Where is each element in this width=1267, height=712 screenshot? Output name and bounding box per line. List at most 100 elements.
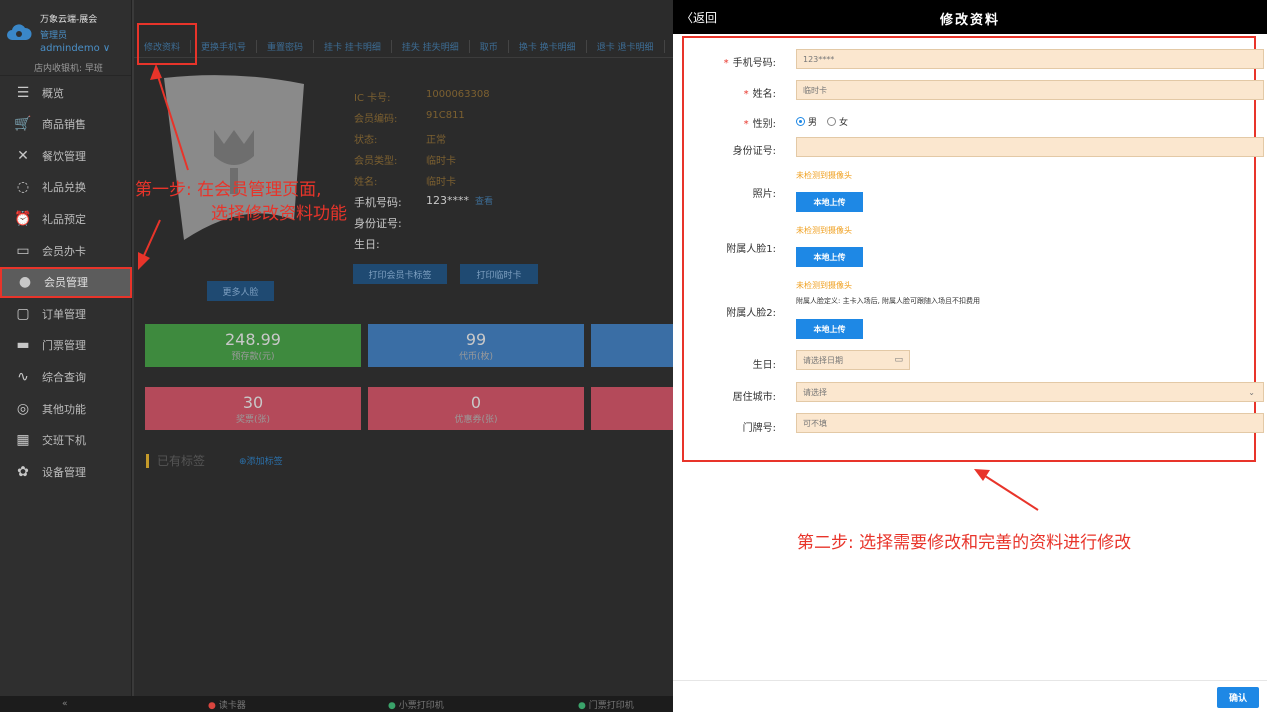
edit-profile-screen: 〈返回 修改资料 * 手机号码: 123**** * 姓名: 临时卡 * 性别: 男 … bbox=[673, 0, 1267, 712]
info-value: 1000063308 bbox=[426, 89, 490, 100]
stat-number: 0 bbox=[470, 392, 482, 412]
stat-card[interactable] bbox=[590, 386, 673, 431]
member-info-row: 会员编码: 91C811 bbox=[354, 110, 465, 125]
member-tabbar: 修改资料 更换手机号 重置密码 挂卡 挂卡明细 挂失 挂失明细 取币 换卡 换卡明细 退卡 退… bbox=[134, 36, 673, 58]
stat-label: 预存款(元) bbox=[231, 351, 275, 362]
face1-upload-button[interactable]: 本地上传 bbox=[796, 247, 863, 267]
sidebar-item-7[interactable]: ● 会员管理 bbox=[0, 266, 132, 298]
photo-upload-button[interactable]: 本地上传 bbox=[796, 192, 863, 212]
sidebar-item-3[interactable]: ✕ 餐饮管理 bbox=[0, 140, 132, 171]
phone-label: * 手机号码: bbox=[723, 58, 776, 69]
phone-footer: 确认 bbox=[673, 680, 1267, 712]
gender-label: * 性别: bbox=[743, 119, 776, 130]
gear-icon: ✿ bbox=[17, 463, 29, 480]
chevron-down-icon: ⌄ bbox=[1248, 387, 1255, 397]
stat-number: 30 bbox=[242, 392, 264, 412]
face1-label: 附属人脸1: bbox=[726, 244, 776, 255]
add-tag-link[interactable]: ⊕添加标签 bbox=[239, 454, 283, 467]
sidebar-item-2[interactable]: 🛒 商品销售 bbox=[0, 109, 132, 140]
info-key: 生日: bbox=[354, 238, 380, 251]
idcard-label: 身份证号: bbox=[732, 146, 776, 157]
view-phone-link[interactable]: 查看 bbox=[475, 194, 493, 210]
stat-card[interactable] bbox=[590, 323, 673, 368]
face2-label: 附属人脸2: bbox=[726, 308, 776, 319]
clipboard-icon: ▢ bbox=[16, 305, 30, 322]
user-menu[interactable]: admindemo ∨ bbox=[40, 43, 110, 54]
sidebar: 万象云端-展会 管理员 admindemo ∨ 店内收银机: 早班 ☰ 概览 🛒 商品… bbox=[0, 0, 132, 696]
sidebar-item-label: 会员管理 bbox=[44, 276, 88, 290]
birthday-picker[interactable]: 请选择日期 ▭ bbox=[796, 350, 910, 370]
info-value: 临时卡 bbox=[426, 177, 456, 188]
stat-card[interactable]: 0 优惠券(张) bbox=[367, 386, 585, 431]
city-select[interactable]: 请选择 ⌄ bbox=[796, 382, 1264, 402]
sidebar-item-label: 综合查询 bbox=[42, 370, 86, 384]
photo-camera-warning: 未检测到摄像头 bbox=[796, 171, 852, 180]
reader-status: 读卡器 bbox=[218, 700, 246, 711]
sidebar-item-10[interactable]: ∿ 综合查询 bbox=[0, 361, 132, 392]
member-info-row: 会员类型: 临时卡 bbox=[354, 152, 456, 167]
info-value: 临时卡 bbox=[426, 156, 456, 167]
gender-female-radio[interactable] bbox=[827, 117, 837, 126]
info-value: 123**** bbox=[426, 194, 469, 207]
print-member-label-button[interactable]: 打印会员卡标签 bbox=[353, 264, 447, 284]
stat-card[interactable]: 30 奖票(张) bbox=[144, 386, 362, 431]
sidebar-item-label: 会员办卡 bbox=[42, 244, 86, 258]
face1-camera-warning: 未检测到摄像头 bbox=[796, 226, 852, 235]
member-info-row: 状态: 正常 bbox=[354, 131, 446, 146]
info-value: 91C811 bbox=[426, 110, 465, 121]
member-tab-2[interactable]: 更换手机号 bbox=[191, 40, 258, 53]
edit-info-highlight bbox=[137, 23, 197, 65]
member-tab-6[interactable]: 取币 bbox=[470, 40, 509, 53]
stat-label: 代币(枚) bbox=[458, 351, 494, 362]
print-temp-card-button[interactable]: 打印临时卡 bbox=[460, 264, 538, 284]
arrow-annotations-icon bbox=[138, 64, 189, 270]
info-key: 状态: bbox=[354, 135, 378, 146]
phone-input[interactable]: 123**** bbox=[796, 49, 1264, 69]
info-key: 手机号码: bbox=[354, 196, 402, 209]
member-tab-4[interactable]: 挂卡 挂卡明细 bbox=[314, 40, 392, 53]
printer-icon: ▬ bbox=[16, 337, 30, 354]
sidebar-item-8[interactable]: ▢ 订单管理 bbox=[0, 298, 132, 329]
stat-card[interactable]: 248.99 预存款(元) bbox=[144, 323, 362, 368]
stat-label: 优惠券(张) bbox=[454, 414, 498, 425]
confirm-button[interactable]: 确认 bbox=[1217, 687, 1259, 708]
sidebar-item-label: 设备管理 bbox=[42, 465, 86, 479]
sidebar-item-13[interactable]: ✿ 设备管理 bbox=[0, 456, 132, 487]
sidebar-item-11[interactable]: ◎ 其他功能 bbox=[0, 393, 132, 424]
face2-upload-button[interactable]: 本地上传 bbox=[796, 319, 863, 339]
member-tab-7[interactable]: 换卡 换卡明细 bbox=[509, 40, 587, 53]
stat-number: 99 bbox=[465, 329, 487, 349]
door-label: 门牌号: bbox=[742, 423, 776, 434]
user-role: 管理员 bbox=[40, 31, 68, 41]
info-value: 正常 bbox=[426, 135, 446, 146]
sidebar-item-4[interactable]: ◌ 礼品兑换 bbox=[0, 172, 132, 203]
name-input[interactable]: 临时卡 bbox=[796, 80, 1264, 100]
face-hint: 附属人脸定义: 主卡入场后, 附属人脸可跟随入场且不扣费用 bbox=[796, 297, 981, 305]
idcard-input[interactable] bbox=[796, 137, 1264, 157]
member-main: 修改资料 更换手机号 重置密码 挂卡 挂卡明细 挂失 挂失明细 取币 换卡 换卡明细 退卡 退… bbox=[134, 0, 673, 696]
sidebar-item-12[interactable]: ▦ 交班下机 bbox=[0, 425, 132, 456]
sidebar-item-label: 商品销售 bbox=[42, 118, 86, 132]
sidebar-item-9[interactable]: ▬ 门票管理 bbox=[0, 330, 132, 361]
birthday-label: 生日: bbox=[752, 360, 776, 371]
sidebar-item-label: 礼品预定 bbox=[42, 212, 86, 226]
small-printer-status: 小票打印机 bbox=[398, 700, 444, 711]
phone-header: 〈返回 修改资料 bbox=[673, 0, 1267, 34]
brand-name: 万象云端-展会 bbox=[40, 15, 98, 25]
stat-card[interactable]: 99 代币(枚) bbox=[367, 323, 585, 368]
collapse-sidebar-button[interactable]: « bbox=[62, 699, 68, 709]
sidebar-item-label: 礼品兑换 bbox=[42, 181, 86, 195]
gender-male-radio[interactable] bbox=[796, 117, 805, 126]
member-tab-3[interactable]: 重置密码 bbox=[257, 40, 315, 53]
door-input[interactable]: 可不填 bbox=[796, 413, 1264, 433]
sidebar-item-1[interactable]: ☰ 概览 bbox=[0, 77, 132, 108]
sidebar-item-6[interactable]: ▭ 会员办卡 bbox=[0, 235, 132, 266]
member-info-row: IC 卡号: 1000063308 bbox=[354, 89, 490, 104]
member-info-row: 姓名: 临时卡 bbox=[354, 173, 456, 188]
more-faces-button[interactable]: 更多人脸 bbox=[207, 281, 274, 301]
sidebar-item-5[interactable]: ⏰ 礼品预定 bbox=[0, 203, 132, 234]
member-tab-5[interactable]: 挂失 挂失明细 bbox=[392, 40, 470, 53]
info-key: 姓名: bbox=[354, 177, 378, 188]
member-tab-8[interactable]: 退卡 退卡明细 bbox=[587, 40, 665, 53]
gender-radio-group: 男 女 bbox=[796, 115, 848, 128]
